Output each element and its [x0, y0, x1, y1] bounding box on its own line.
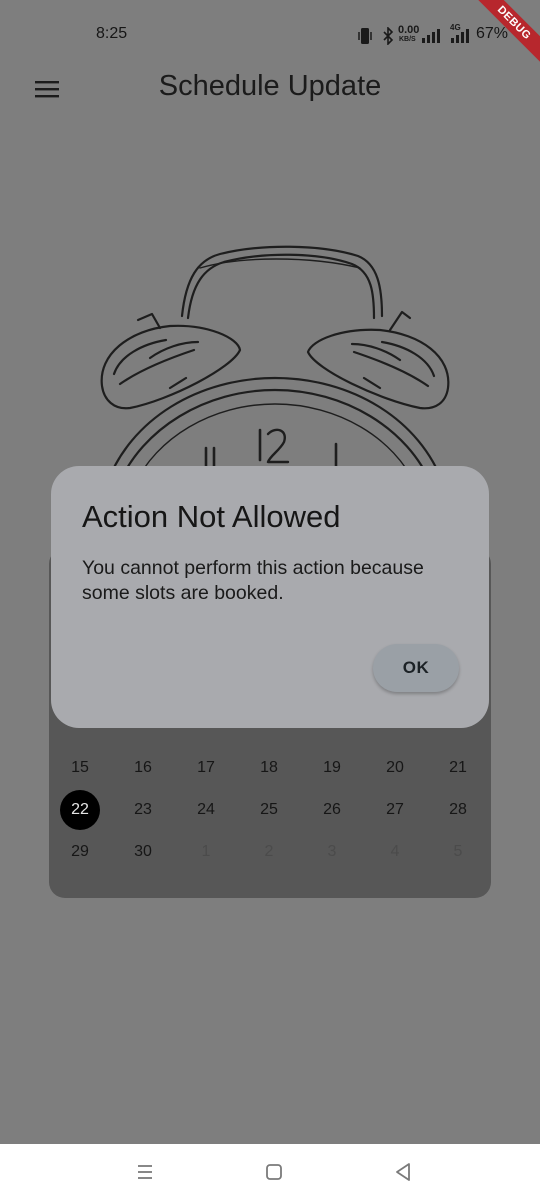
menu-icon[interactable]: [131, 1158, 159, 1186]
status-bar: 8:25 0.00 KB/S 4G 67% DEBUG: [0, 0, 540, 72]
signal-icon: [451, 29, 469, 43]
calendar-day[interactable]: 3: [312, 832, 352, 872]
calendar-day[interactable]: 17: [186, 748, 226, 788]
vibrate-icon: [358, 28, 372, 44]
signal-icon: [422, 29, 440, 43]
calendar-day[interactable]: 30: [123, 832, 163, 872]
ok-button[interactable]: OK: [373, 644, 459, 692]
calendar-day[interactable]: 19: [312, 748, 352, 788]
back-icon[interactable]: [389, 1158, 417, 1186]
status-time: 8:25: [96, 25, 128, 42]
dialog-title: Action Not Allowed: [82, 499, 341, 534]
calendar-day[interactable]: 20: [375, 748, 415, 788]
battery-percent: 67%: [476, 25, 509, 42]
calendar-day[interactable]: 26: [312, 790, 352, 830]
calendar-day[interactable]: 29: [60, 832, 100, 872]
calendar-day[interactable]: 28: [438, 790, 478, 830]
calendar-day[interactable]: 5: [438, 832, 478, 872]
calendar-day[interactable]: 1: [186, 832, 226, 872]
home-icon[interactable]: [260, 1158, 288, 1186]
calendar-day[interactable]: 25: [249, 790, 289, 830]
calendar-day[interactable]: 21: [438, 748, 478, 788]
net-speed: 0.00: [398, 24, 420, 36]
calendar-day-selected[interactable]: 22: [60, 790, 100, 830]
alert-dialog: Action Not Allowed You cannot perform th…: [51, 466, 489, 728]
calendar-day[interactable]: 27: [375, 790, 415, 830]
calendar-day[interactable]: 15: [60, 748, 100, 788]
system-nav-bar: [0, 1144, 540, 1200]
calendar-day[interactable]: 18: [249, 748, 289, 788]
alarm-clock-icon: [100, 245, 450, 488]
calendar-day[interactable]: 4: [375, 832, 415, 872]
dialog-message: You cannot perform this action because s…: [82, 557, 424, 604]
calendar-day[interactable]: 16: [123, 748, 163, 788]
app-bar: Schedule Update: [0, 62, 540, 118]
calendar-day[interactable]: 24: [186, 790, 226, 830]
page-title: Schedule Update: [158, 70, 382, 102]
status-icons: 0.00 KB/S 4G 67%: [358, 22, 518, 48]
bluetooth-icon: [383, 27, 394, 45]
calendar-day[interactable]: 2: [249, 832, 289, 872]
net-unit: KB/S: [399, 36, 416, 43]
calendar-day[interactable]: 23: [123, 790, 163, 830]
